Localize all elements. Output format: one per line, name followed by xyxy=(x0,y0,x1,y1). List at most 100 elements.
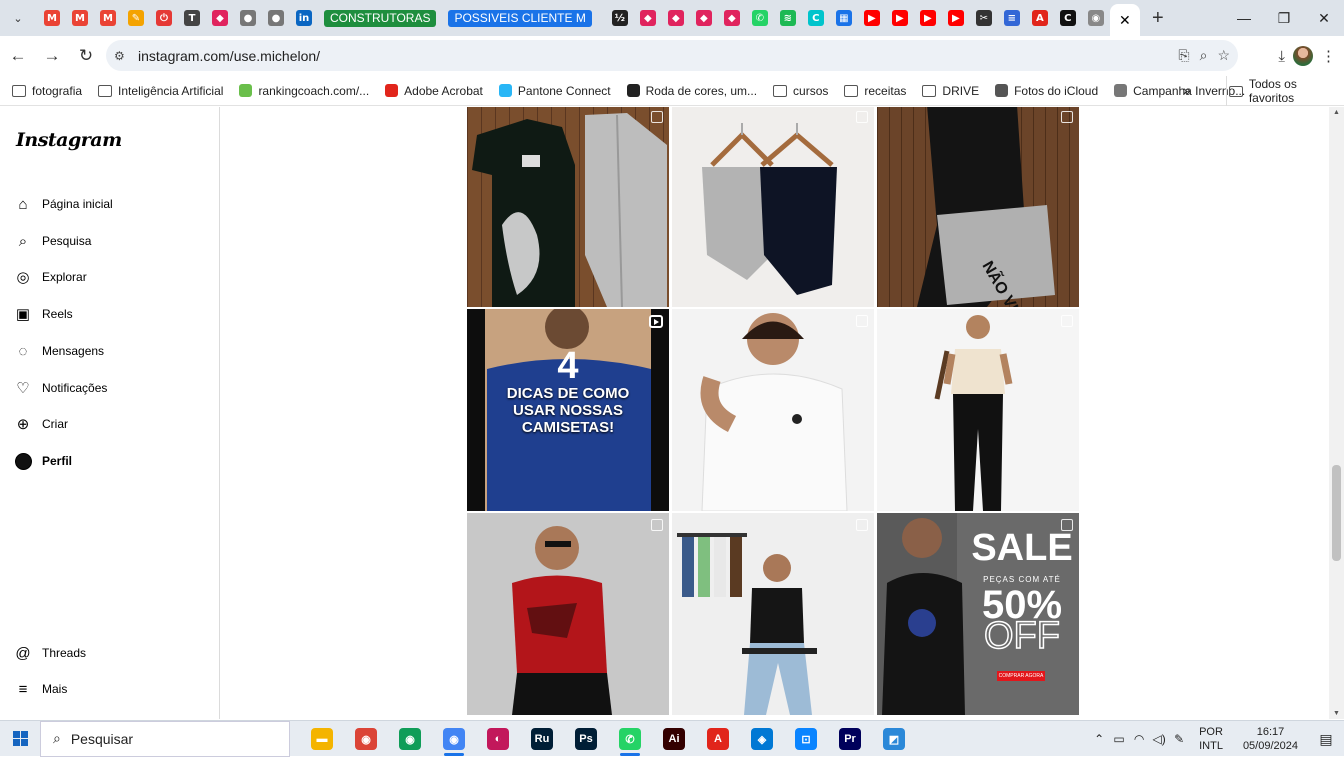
start-button[interactable] xyxy=(0,721,40,757)
nav-criar[interactable]: ⊕ Criar xyxy=(14,410,68,438)
pinned-tab[interactable]: M xyxy=(38,4,66,32)
nav-reels[interactable]: ▣ Reels xyxy=(14,300,73,328)
pinned-tab[interactable]: ½ xyxy=(606,4,634,32)
nav-perfil[interactable]: Perfil xyxy=(14,447,72,475)
pinned-tab[interactable]: ✂ xyxy=(970,4,998,32)
zoom-icon[interactable]: ⌕ xyxy=(1200,47,1208,64)
pinned-tab[interactable]: ▦ xyxy=(830,4,858,32)
post-cream-tee-man[interactable] xyxy=(877,309,1079,511)
tray-chevron-icon[interactable]: ⌃ xyxy=(1089,732,1109,746)
labeled-tab[interactable]: CONSTRUTORAS xyxy=(324,9,437,27)
pinned-tab[interactable]: ◆ xyxy=(206,4,234,32)
bookmarks-overflow-icon[interactable]: » xyxy=(1183,82,1191,98)
pinned-tab[interactable]: ◉ xyxy=(1082,4,1110,32)
minimize-icon[interactable]: — xyxy=(1224,0,1264,36)
pinned-tab[interactable]: A xyxy=(1026,4,1054,32)
taskbar-app[interactable]: Ps xyxy=(564,721,608,757)
pinned-tab[interactable]: ⏻ xyxy=(150,4,178,32)
pinned-tab[interactable]: C xyxy=(802,4,830,32)
close-tab-icon[interactable]: ✕ xyxy=(1119,12,1131,29)
bookmark-item[interactable]: Roda de cores, um... xyxy=(626,84,757,98)
address-bar[interactable]: ⚙ instagram.com/use.michelon/ ⎘ ⌕ ☆ xyxy=(106,40,1238,71)
install-app-icon[interactable]: ⎘ xyxy=(1178,47,1189,64)
pinned-tab[interactable]: ▶ xyxy=(858,4,886,32)
scroll-down-icon[interactable]: ▼ xyxy=(1333,710,1340,717)
site-info-icon[interactable]: ⚙ xyxy=(114,49,134,63)
sale-shop-button[interactable]: COMPRAR AGORA xyxy=(997,671,1045,681)
language-indicator[interactable]: POR INTL xyxy=(1199,725,1223,753)
post-dicas-camisetas[interactable]: 4 DICAS DE COMO USAR NOSSAS CAMISETAS! xyxy=(467,309,669,511)
taskbar-search[interactable]: ⌕ Pesquisar xyxy=(40,720,290,757)
restore-icon[interactable]: ❐ xyxy=(1264,0,1304,36)
pinned-tab[interactable]: ✎ xyxy=(122,4,150,32)
volume-icon[interactable]: ◁) xyxy=(1149,732,1169,746)
battery-icon[interactable]: ▭ xyxy=(1109,732,1129,746)
taskbar-app[interactable]: ⊡ xyxy=(784,721,828,757)
nav-notifica-es[interactable]: ♡ Notificações xyxy=(14,374,107,402)
bookmark-item[interactable]: Pantone Connect xyxy=(498,84,611,98)
nav-pesquisa[interactable]: ⌕ Pesquisa xyxy=(14,227,92,255)
pinned-tab[interactable]: ▶ xyxy=(914,4,942,32)
tab-search-chevron-icon[interactable]: ⌄ xyxy=(6,6,30,30)
taskbar-app[interactable]: ◈ xyxy=(740,721,784,757)
pinned-tab[interactable]: ▶ xyxy=(886,4,914,32)
notifications-icon[interactable]: ▤ xyxy=(1308,731,1344,748)
forward-icon[interactable]: → xyxy=(36,40,68,72)
taskbar-app[interactable]: Ru xyxy=(520,721,564,757)
clock[interactable]: 16:17 05/09/2024 xyxy=(1243,725,1298,753)
pinned-tab[interactable]: T xyxy=(178,4,206,32)
post-tshirt-lion-pants[interactable] xyxy=(467,107,669,307)
all-bookmarks-button[interactable]: Todos os favoritos xyxy=(1226,76,1344,106)
bookmark-item[interactable]: DRIVE xyxy=(922,84,979,98)
nav-p-gina-inicial[interactable]: ⌂ Página inicial xyxy=(14,190,112,218)
instagram-logo[interactable]: Instagram xyxy=(16,129,122,151)
bookmark-star-icon[interactable]: ☆ xyxy=(1217,47,1230,64)
taskbar-app[interactable]: A xyxy=(696,721,740,757)
pinned-tab[interactable]: ◆ xyxy=(662,4,690,32)
pinned-tab[interactable]: in xyxy=(290,4,318,32)
taskbar-app[interactable]: ◐ xyxy=(476,721,520,757)
taskbar-app[interactable]: Pr xyxy=(828,721,872,757)
new-tab-button[interactable]: + xyxy=(1144,4,1172,32)
nav-mais[interactable]: ≡ Mais xyxy=(14,675,68,703)
post-sale[interactable]: SALE PEÇAS COM ATÉ 50% OFF COMPRAR AGORA xyxy=(877,513,1079,715)
nav-threads[interactable]: @ Threads xyxy=(14,639,86,667)
bookmark-item[interactable]: Adobe Acrobat xyxy=(385,84,483,98)
taskbar-app[interactable]: ✆ xyxy=(608,721,652,757)
taskbar-app[interactable]: Ai xyxy=(652,721,696,757)
taskbar-app[interactable]: ▬ xyxy=(300,721,344,757)
wifi-icon[interactable]: ◠ xyxy=(1129,732,1149,746)
post-pants-hangers[interactable] xyxy=(672,107,874,307)
pinned-tab[interactable]: ● xyxy=(234,4,262,32)
labeled-tab[interactable]: POSSIVEIS CLIENTE M xyxy=(448,9,592,27)
pinned-tab[interactable]: ≡ xyxy=(998,4,1026,32)
pinned-tab[interactable]: ≋ xyxy=(774,4,802,32)
scroll-up-icon[interactable]: ▲ xyxy=(1333,109,1340,116)
pinned-tab[interactable]: ● xyxy=(262,4,290,32)
nav-explorar[interactable]: ◎ Explorar xyxy=(14,263,86,291)
bookmark-item[interactable]: Inteligência Artificial xyxy=(98,84,223,98)
pinned-tab[interactable]: C xyxy=(1054,4,1082,32)
taskbar-app[interactable]: ◉ xyxy=(344,721,388,757)
pinned-tab[interactable]: ◆ xyxy=(690,4,718,32)
bookmark-item[interactable]: Fotos do iCloud xyxy=(995,84,1098,98)
pinned-tab[interactable]: ◆ xyxy=(718,4,746,32)
pinned-tab[interactable]: ◆ xyxy=(634,4,662,32)
close-window-icon[interactable]: ✕ xyxy=(1304,0,1344,36)
pinned-tab[interactable]: ▶ xyxy=(942,4,970,32)
taskbar-app[interactable]: ◉ xyxy=(388,721,432,757)
scrollbar[interactable]: ▲ ▼ xyxy=(1329,107,1344,719)
bookmark-item[interactable]: rankingcoach.com/... xyxy=(239,84,369,98)
url-text[interactable]: instagram.com/use.michelon/ xyxy=(138,48,320,64)
scrollbar-thumb[interactable] xyxy=(1332,465,1341,561)
pinned-tab[interactable]: M xyxy=(94,4,122,32)
pinned-tab[interactable]: ✆ xyxy=(746,4,774,32)
back-icon[interactable]: ← xyxy=(2,40,34,72)
nav-mensagens[interactable]: ◌ Mensagens xyxy=(14,337,105,365)
bookmark-item[interactable]: fotografia xyxy=(12,84,82,98)
post-red-tee-man[interactable] xyxy=(467,513,669,715)
bookmark-item[interactable]: receitas xyxy=(844,84,906,98)
active-tab[interactable]: ✕ xyxy=(1109,4,1140,36)
profile-avatar[interactable] xyxy=(1293,46,1313,66)
pen-icon[interactable]: ✎ xyxy=(1169,732,1189,746)
